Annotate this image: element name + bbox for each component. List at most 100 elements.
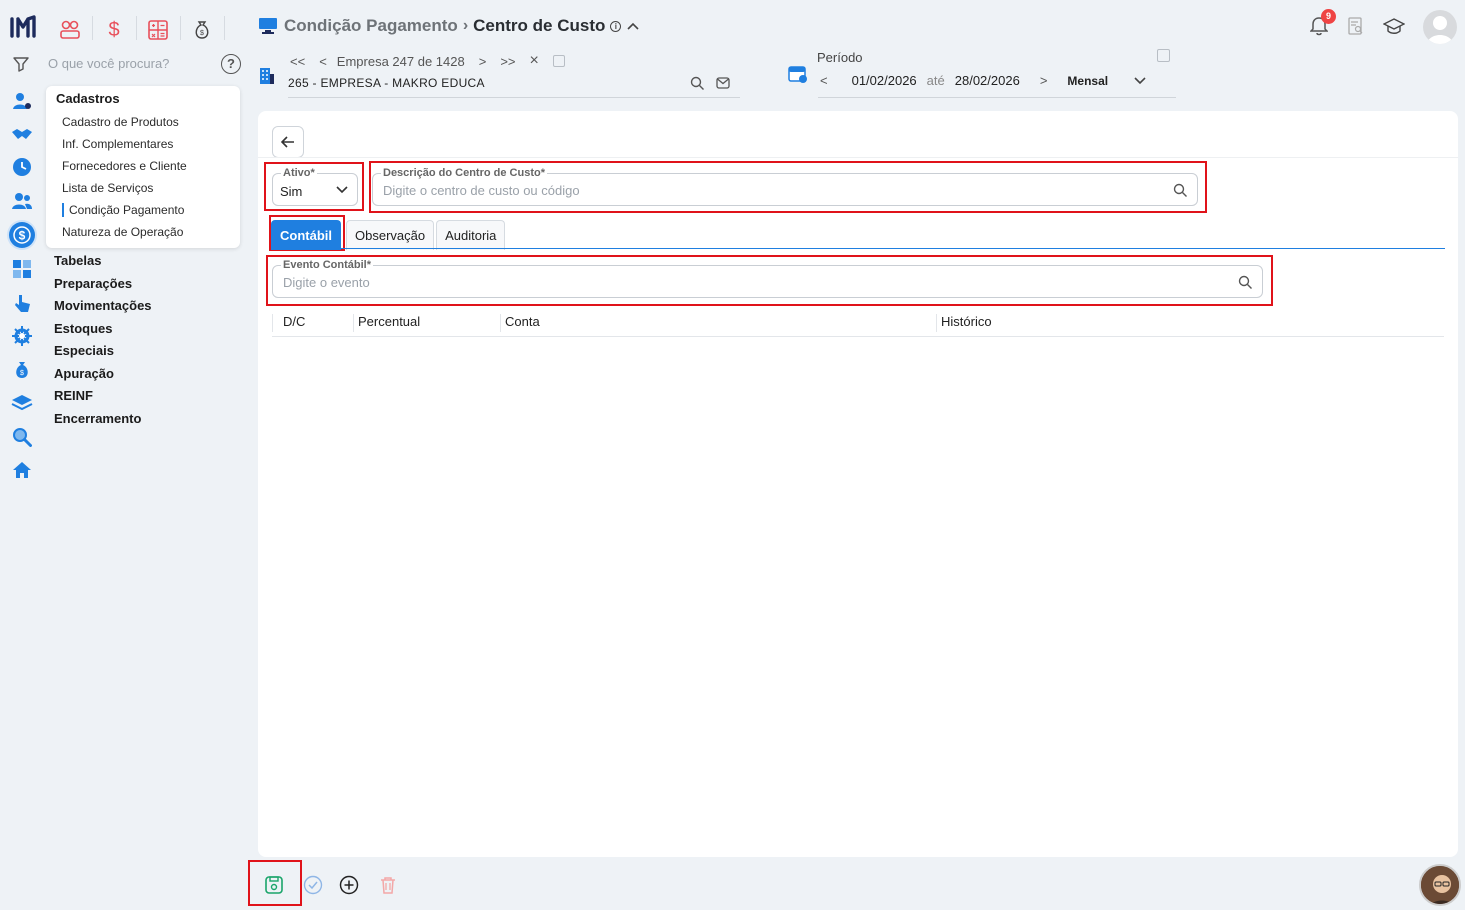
last-empresa-button[interactable]: >> — [500, 54, 515, 69]
descricao-label: Descrição do Centro de Custo* — [381, 167, 547, 179]
divider — [92, 16, 93, 40]
svg-text:$: $ — [20, 370, 24, 377]
column-percentual[interactable]: Percentual — [353, 314, 420, 332]
menu-item-preparacoes[interactable]: Preparações — [54, 276, 132, 291]
cadastros-submenu: Cadastros Cadastro de Produtos Inf. Comp… — [46, 86, 240, 248]
menu-item-tabelas[interactable]: Tabelas — [54, 253, 101, 268]
arrow-left-icon — [281, 136, 294, 148]
close-empresa-button[interactable]: × — [530, 52, 539, 70]
tab-observacao[interactable]: Observação — [346, 220, 435, 250]
layers-icon[interactable] — [9, 390, 35, 416]
submenu-item-condicao-pagamento[interactable]: Condição Pagamento — [62, 203, 184, 217]
info-icon[interactable]: i — [610, 20, 622, 32]
next-empresa-button[interactable]: > — [479, 54, 487, 69]
page-title: Centro de Custo — [473, 16, 606, 35]
tab-auditoria[interactable]: Auditoria — [436, 220, 506, 250]
menu-item-encerramento[interactable]: Encerramento — [54, 411, 141, 426]
evento-contabil-input[interactable]: Evento Contábil* Digite o evento — [272, 259, 1263, 298]
svg-text:$: $ — [200, 30, 204, 37]
graduation-cap-icon[interactable] — [1383, 17, 1405, 35]
divider — [288, 97, 740, 98]
trash-icon — [381, 877, 395, 894]
delete-button[interactable] — [377, 874, 399, 896]
evento-placeholder: Digite o evento — [283, 275, 370, 290]
search-icon[interactable] — [1173, 183, 1188, 198]
save-icon — [265, 876, 283, 894]
menu-item-estoques[interactable]: Estoques — [54, 321, 113, 336]
table-header: D/C Percentual Conta Histórico — [272, 307, 1444, 337]
periodo-checkbox[interactable] — [1157, 49, 1170, 62]
column-dc[interactable]: D/C — [272, 314, 305, 332]
global-search-input[interactable]: O que você procura? — [48, 56, 169, 71]
document-search-icon[interactable] — [1348, 17, 1364, 35]
calculator-icon[interactable] — [9, 256, 35, 282]
filter-icon[interactable] — [12, 56, 30, 72]
assistant-avatar[interactable] — [1419, 864, 1461, 906]
divider — [180, 16, 181, 40]
clock-icon[interactable] — [9, 154, 35, 180]
save-button[interactable] — [263, 874, 285, 896]
mail-icon[interactable] — [716, 77, 730, 89]
home-icon[interactable] — [9, 457, 35, 483]
breadcrumb: Condição Pagamento › Centro de Custo i — [258, 16, 639, 36]
prev-empresa-button[interactable]: < — [319, 54, 327, 69]
search-icon[interactable] — [1238, 275, 1253, 290]
money-bag-icon[interactable]: $ — [9, 357, 35, 383]
people-shortcut-icon[interactable] — [54, 16, 86, 44]
user-settings-icon[interactable] — [9, 88, 35, 114]
submenu-item-cadastro-produtos[interactable]: Cadastro de Produtos — [62, 115, 179, 129]
ativo-select[interactable]: Ativo* Sim — [272, 167, 358, 206]
empresa-name[interactable]: 265 - EMPRESA - MAKRO EDUCA — [288, 76, 485, 90]
submenu-title[interactable]: Cadastros — [56, 91, 120, 106]
chevron-up-icon[interactable] — [627, 22, 639, 30]
back-button[interactable] — [272, 126, 304, 158]
main-card: Ativo* Sim Descrição do Centro de Custo*… — [258, 111, 1458, 857]
periodo-label: Período — [817, 50, 863, 65]
svg-text:$: $ — [19, 229, 26, 243]
menu-item-movimentacoes[interactable]: Movimentações — [54, 298, 152, 313]
periodo-end-input[interactable]: 28/02/2026 — [955, 73, 1020, 88]
empresa-navigator: << < Empresa 247 de 1428 > >> × — [290, 52, 565, 70]
handshake-icon[interactable] — [9, 121, 35, 147]
column-conta[interactable]: Conta — [500, 314, 540, 332]
menu-item-especiais[interactable]: Especiais — [54, 343, 114, 358]
building-icon — [260, 68, 274, 84]
gear-network-icon[interactable] — [9, 323, 35, 349]
column-historico[interactable]: Histórico — [936, 314, 992, 332]
chevron-down-icon[interactable] — [1134, 76, 1146, 85]
help-icon[interactable]: ? — [221, 54, 241, 74]
periodo-prev-button[interactable]: < — [820, 73, 828, 88]
divider — [224, 16, 225, 40]
calculator-shortcut-icon[interactable] — [142, 16, 174, 44]
magnifier-icon[interactable] — [9, 424, 35, 450]
evento-label: Evento Contábil* — [281, 259, 374, 271]
add-button[interactable] — [338, 874, 360, 896]
submenu-item-inf-complementares[interactable]: Inf. Complementares — [62, 137, 173, 151]
submenu-item-natureza-operacao[interactable]: Natureza de Operação — [62, 225, 183, 239]
ativo-value: Sim — [280, 184, 303, 199]
descricao-centro-custo-input[interactable]: Descrição do Centro de Custo* Digite o c… — [372, 167, 1198, 206]
tab-contabil[interactable]: Contábil — [271, 220, 341, 250]
app-logo-icon[interactable] — [10, 14, 36, 40]
periodo-mode-select[interactable]: Mensal — [1067, 74, 1108, 88]
dollar-shortcut-icon[interactable]: $ — [98, 16, 130, 44]
periodo-start-input[interactable]: 01/02/2026 — [852, 73, 917, 88]
hand-click-icon[interactable] — [9, 290, 35, 316]
breadcrumb-parent[interactable]: Condição Pagamento — [284, 16, 458, 36]
ativo-label: Ativo* — [281, 167, 317, 179]
search-icon[interactable] — [690, 76, 705, 91]
submenu-item-lista-servicos[interactable]: Lista de Serviços — [62, 181, 153, 195]
periodo-next-button[interactable]: > — [1040, 73, 1048, 88]
first-empresa-button[interactable]: << — [290, 54, 305, 69]
users-icon[interactable] — [9, 188, 35, 214]
confirm-button[interactable] — [302, 874, 324, 896]
user-avatar[interactable] — [1423, 10, 1457, 44]
money-bag-shortcut-icon[interactable]: $ — [186, 16, 218, 44]
icon-rail: $ $ — [0, 0, 44, 910]
dollar-icon[interactable]: $ — [9, 222, 35, 248]
periodo-ate-label: até — [926, 73, 945, 88]
menu-item-reinf[interactable]: REINF — [54, 388, 93, 403]
empresa-checkbox[interactable] — [552, 55, 565, 67]
submenu-item-fornecedores-cliente[interactable]: Fornecedores e Cliente — [62, 159, 187, 173]
menu-item-apuracao[interactable]: Apuração — [54, 366, 114, 381]
